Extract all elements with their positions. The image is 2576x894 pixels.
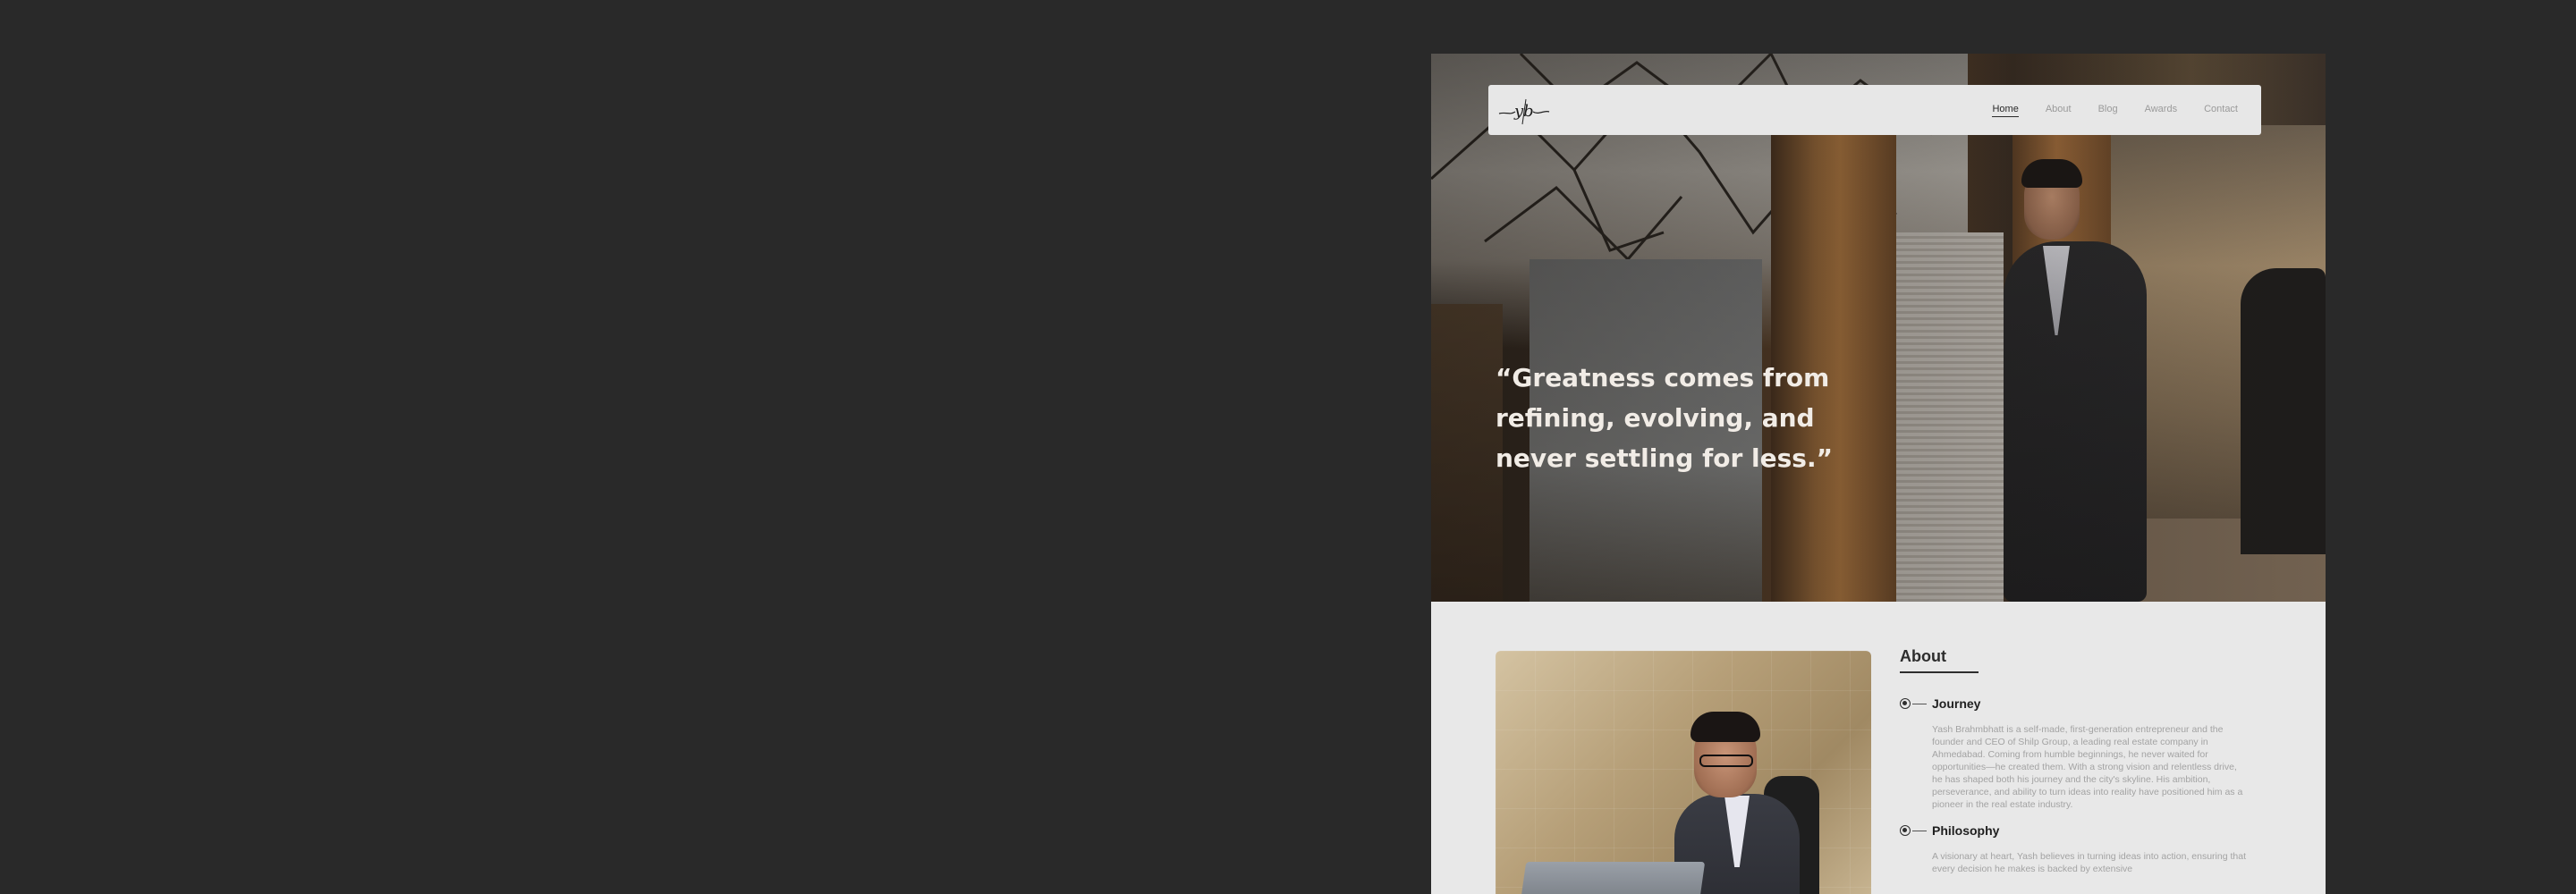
photo-person-hair xyxy=(1690,712,1760,742)
about-photo xyxy=(1496,651,1871,894)
nav-link-awards[interactable]: Awards xyxy=(2145,104,2177,116)
nav-links: Home About Blog Awards Contact xyxy=(1992,85,2238,135)
timeline-title: Journey xyxy=(1932,696,1981,711)
about-section: About Journey Yash Brahmbhatt is a self-… xyxy=(1900,647,2258,875)
timeline-item-philosophy: Philosophy A visionary at heart, Yash be… xyxy=(1900,823,2258,875)
timeline-text: A visionary at heart, Yash believes in t… xyxy=(1932,851,2246,874)
nav-link-about[interactable]: About xyxy=(2046,104,2072,116)
logo-icon: yb xyxy=(1498,98,1550,125)
timeline-dot-icon xyxy=(1900,698,1911,709)
nav-link-contact[interactable]: Contact xyxy=(2204,104,2238,116)
nav-link-home[interactable]: Home xyxy=(1992,104,2019,117)
hero-section: yb Home About Blog Awards Contact “Great… xyxy=(1431,54,2326,602)
nav-link-blog[interactable]: Blog xyxy=(2098,104,2118,116)
about-heading: About xyxy=(1900,647,1979,673)
top-navbar: yb Home About Blog Awards Contact xyxy=(1488,85,2261,135)
timeline-dot-icon xyxy=(1900,825,1911,836)
timeline-title: Philosophy xyxy=(1932,823,2000,838)
website-frame: yb Home About Blog Awards Contact “Great… xyxy=(1431,54,2326,894)
signature-logo[interactable]: yb xyxy=(1497,94,1551,126)
hero-overlay xyxy=(1431,54,2326,602)
timeline-text: Yash Brahmbhatt is a self-made, first-ge… xyxy=(1932,724,2243,810)
timeline-item-journey: Journey Yash Brahmbhatt is a self-made, … xyxy=(1900,696,2258,811)
hero-quote: “Greatness comes from refining, evolving… xyxy=(1496,363,1834,473)
photo-person-glasses xyxy=(1699,755,1753,767)
photo-laptop xyxy=(1518,862,1706,894)
